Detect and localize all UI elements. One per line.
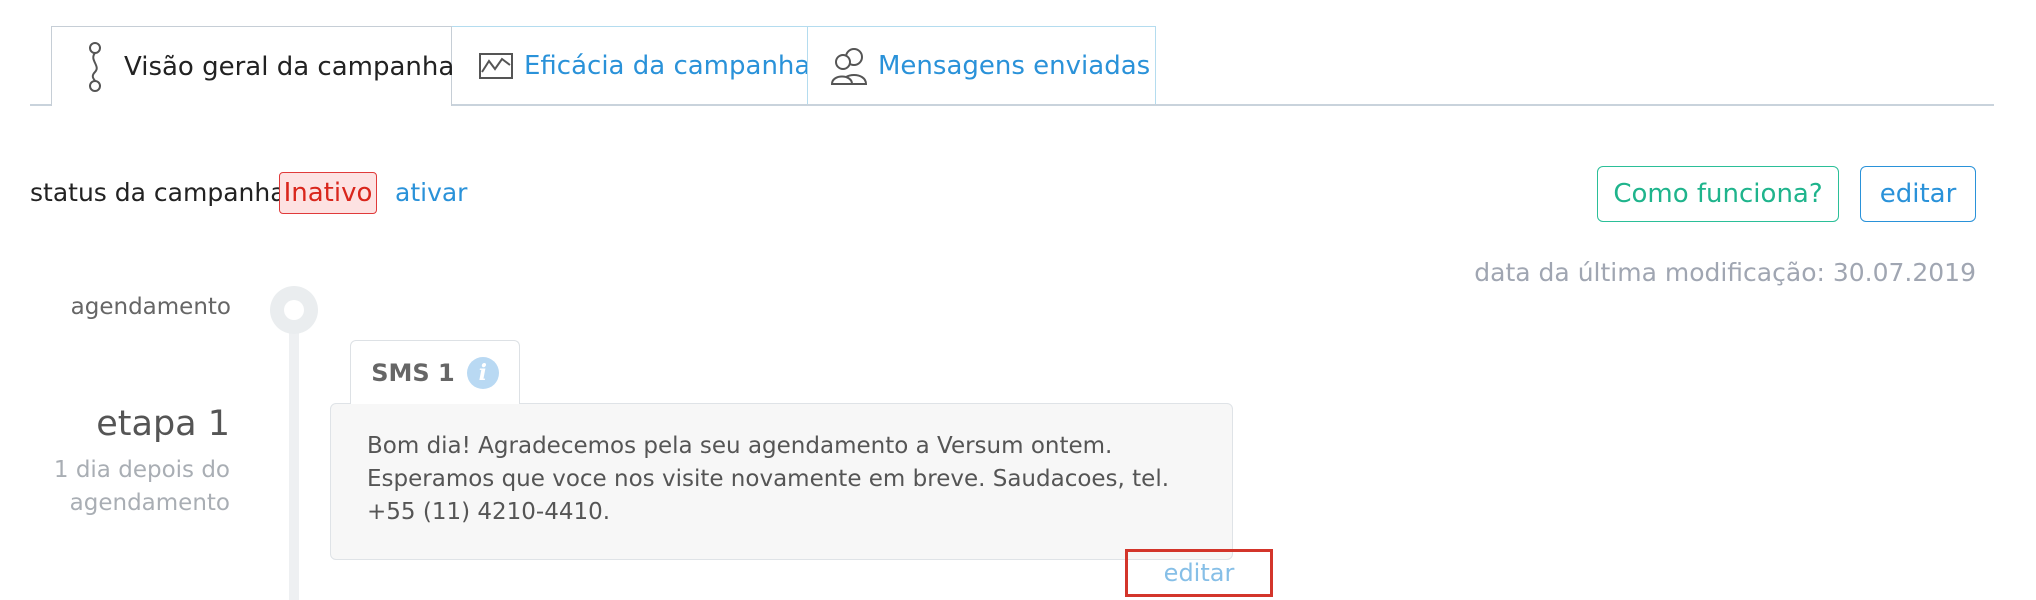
tab-sent-messages[interactable]: Mensagens enviadas [807,26,1156,104]
chart-icon [478,52,514,80]
timeline-node [270,286,318,334]
stage-subtitle-line: 1 dia depois do [53,457,230,483]
last-modified-date: data da última modificação: 30.07.2019 [1474,258,1976,287]
schedule-label: agendamento [70,294,231,320]
edit-campaign-button[interactable]: editar [1860,166,1976,222]
timeline-line [289,310,299,600]
tab-label: Visão geral da campanha [124,51,455,82]
sms-message-text: Bom dia! Agradecemos pela seu agendament… [367,433,1170,525]
stage-subtitle: 1 dia depois do agendamento [54,454,230,520]
info-icon[interactable]: i [466,356,499,389]
users-icon [830,46,870,86]
status-badge: Inativo [279,172,377,214]
campaign-flow-icon [86,41,104,92]
tab-label: Eficácia da campanha [524,50,811,81]
edit-sms-link[interactable]: editar [1125,549,1273,597]
tab-label: Mensagens enviadas [878,50,1151,81]
sms-tab-label: SMS 1 [371,358,455,387]
how-it-works-button[interactable]: Como funciona? [1597,166,1839,222]
campaign-status-label: status da campanha: [30,178,294,207]
sms-message-box: Bom dia! Agradecemos pela seu agendament… [330,403,1233,560]
sms-tab[interactable]: SMS 1 i [350,340,520,404]
tab-campaign-overview[interactable]: Visão geral da campanha [51,26,455,106]
stage-subtitle-line: agendamento [69,490,230,516]
stage-title: etapa 1 [96,404,230,444]
tab-campaign-efficacy[interactable]: Eficácia da campanha [451,26,811,104]
activate-link[interactable]: ativar [395,178,467,207]
